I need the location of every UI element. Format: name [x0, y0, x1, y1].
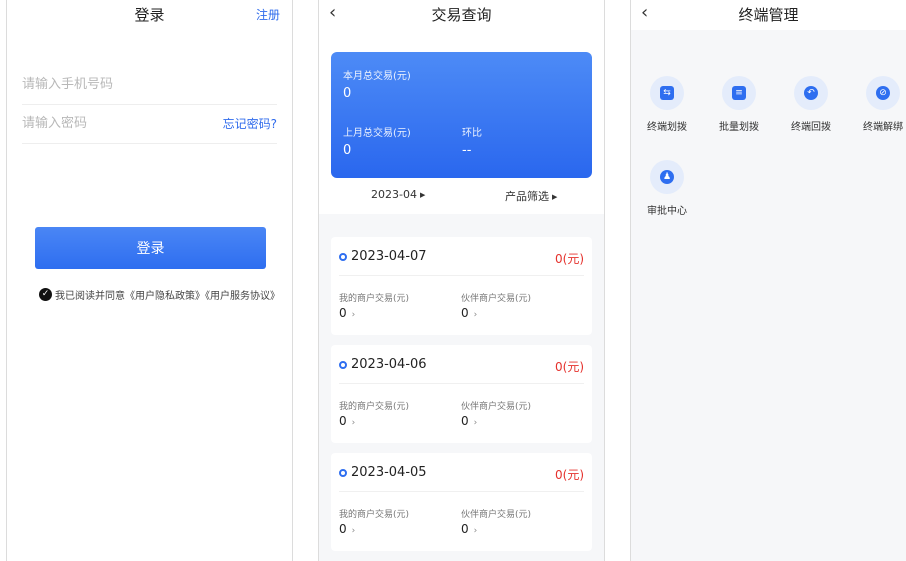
- menu-item-terminal-transfer[interactable]: ⇆ 终端划拨: [637, 76, 697, 133]
- screenshot-stage: 登录 注册 忘记密码? 登录 ✓ 我已阅读并同意《用户隐私政策》《用户服务协议》…: [0, 0, 906, 561]
- phone-field-row: [22, 65, 277, 105]
- divider: [339, 491, 584, 492]
- my-merchant-label: 我的商户交易(元): [339, 510, 410, 520]
- return-icon: ↶: [794, 76, 828, 110]
- login-navbar: 登录 注册: [7, 0, 292, 30]
- last-month-total-value: 0: [343, 143, 352, 158]
- unbind-icon: ⊘: [866, 76, 900, 110]
- record-amount: 0(元): [555, 360, 584, 374]
- my-merchant-value[interactable]: 0 ›: [339, 522, 355, 536]
- record-amount: 0(元): [555, 468, 584, 482]
- batch-icon: ≡: [722, 76, 756, 110]
- record-date: 2023-04-06: [339, 357, 427, 372]
- login-screen: 登录 注册 忘记密码? 登录 ✓ 我已阅读并同意《用户隐私政策》《用户服务协议》: [6, 0, 293, 561]
- my-merchant-value-text: 0: [339, 414, 347, 428]
- circle-dot-icon: [339, 468, 347, 477]
- day-record-card[interactable]: 2023-04-06 0(元) 我的商户交易(元) 伙伴商户交易(元) 0 › 0…: [331, 345, 592, 443]
- triangle-right-icon: ▶: [552, 193, 558, 201]
- chevron-right-icon: ›: [473, 418, 478, 428]
- page-title: 终端管理: [738, 6, 799, 24]
- month-filter[interactable]: 2023-04 ▶: [371, 188, 425, 201]
- partner-merchant-label: 伙伴商户交易(元): [461, 294, 532, 304]
- divider: [339, 383, 584, 384]
- menu-item-terminal-return[interactable]: ↶ 终端回拨: [781, 76, 841, 133]
- record-date-text: 2023-04-07: [351, 249, 427, 264]
- my-merchant-value-text: 0: [339, 306, 347, 320]
- chevron-right-icon: ›: [351, 418, 356, 428]
- summary-section: 本月总交易(元) 0 上月总交易(元) 0 环比 -- 2023-04 ▶ 产品筛…: [319, 30, 604, 214]
- menu-item-label: 终端回拨: [791, 122, 831, 133]
- menu-item-terminal-unbind[interactable]: ⊘ 终端解绑: [853, 76, 906, 133]
- menu-item-approval-center[interactable]: ♟ 审批中心: [637, 160, 697, 217]
- partner-merchant-value[interactable]: 0 ›: [461, 306, 477, 320]
- menu-item-label: 批量划拨: [719, 122, 759, 133]
- my-merchant-value-text: 0: [339, 522, 347, 536]
- day-record-card[interactable]: 2023-04-07 0(元) 我的商户交易(元) 伙伴商户交易(元) 0 › 0…: [331, 237, 592, 335]
- transfer-icon: ⇆: [650, 76, 684, 110]
- ratio-value: --: [462, 143, 472, 158]
- chevron-right-icon: ›: [473, 526, 478, 536]
- menu-item-label: 审批中心: [647, 206, 687, 217]
- terminal-navbar: ‹ 终端管理: [631, 0, 906, 30]
- circle-dot-icon: [339, 360, 347, 369]
- forgot-password-link[interactable]: 忘记密码?: [223, 115, 277, 132]
- month-total-value: 0: [343, 86, 352, 101]
- my-merchant-value[interactable]: 0 ›: [339, 306, 355, 320]
- check-icon[interactable]: ✓: [39, 288, 52, 301]
- page-title: 登录: [134, 6, 165, 24]
- approval-icon: ♟: [650, 160, 684, 194]
- trade-query-screen: ‹ 交易查询 本月总交易(元) 0 上月总交易(元) 0 环比 -- 2023-…: [318, 0, 605, 561]
- month-filter-label: 2023-04: [371, 188, 417, 201]
- menu-item-batch-transfer[interactable]: ≡ 批量划拨: [709, 76, 769, 133]
- menu-item-label: 终端划拨: [647, 122, 687, 133]
- partner-merchant-value-text: 0: [461, 522, 469, 536]
- circle-dot-icon: [339, 252, 347, 261]
- terminal-management-screen: ‹ 终端管理 ⇆ 终端划拨 ≡ 批量划拨 ↶ 终端回拨 ⊘ 终端解绑 ♟ 审批中…: [630, 0, 906, 561]
- month-total-label: 本月总交易(元): [343, 71, 411, 82]
- my-merchant-label: 我的商户交易(元): [339, 402, 410, 412]
- chevron-right-icon: ›: [351, 310, 356, 320]
- my-merchant-value[interactable]: 0 ›: [339, 414, 355, 428]
- filter-bar: 2023-04 ▶ 产品筛选 ▶: [319, 186, 604, 206]
- ratio-label: 环比: [462, 128, 482, 139]
- partner-merchant-label: 伙伴商户交易(元): [461, 510, 532, 520]
- summary-card: 本月总交易(元) 0 上月总交易(元) 0 环比 --: [331, 52, 592, 178]
- last-month-total-label: 上月总交易(元): [343, 128, 411, 139]
- product-filter-label: 产品筛选: [505, 190, 549, 203]
- divider: [339, 275, 584, 276]
- partner-merchant-value[interactable]: 0 ›: [461, 522, 477, 536]
- chevron-right-icon: ›: [473, 310, 478, 320]
- partner-merchant-value[interactable]: 0 ›: [461, 414, 477, 428]
- record-date-text: 2023-04-05: [351, 465, 427, 480]
- chevron-right-icon: ›: [351, 526, 356, 536]
- phone-input[interactable]: [22, 65, 277, 103]
- product-filter[interactable]: 产品筛选 ▶: [505, 188, 557, 204]
- partner-merchant-label: 伙伴商户交易(元): [461, 402, 532, 412]
- agreement-row: ✓ 我已阅读并同意《用户隐私政策》《用户服务协议》: [39, 287, 280, 302]
- password-input[interactable]: [22, 104, 212, 142]
- record-date: 2023-04-05: [339, 465, 427, 480]
- partner-merchant-value-text: 0: [461, 306, 469, 320]
- triangle-right-icon: ▶: [419, 191, 426, 199]
- login-button[interactable]: 登录: [35, 227, 266, 269]
- record-date-text: 2023-04-06: [351, 357, 427, 372]
- record-amount: 0(元): [555, 252, 584, 266]
- record-date: 2023-04-07: [339, 249, 427, 264]
- agreement-text[interactable]: 我已阅读并同意《用户隐私政策》《用户服务协议》: [55, 287, 280, 302]
- partner-merchant-value-text: 0: [461, 414, 469, 428]
- my-merchant-label: 我的商户交易(元): [339, 294, 410, 304]
- menu-item-label: 终端解绑: [863, 122, 903, 133]
- password-field-row: 忘记密码?: [22, 104, 277, 144]
- day-record-card[interactable]: 2023-04-05 0(元) 我的商户交易(元) 伙伴商户交易(元) 0 › 0…: [331, 453, 592, 551]
- page-title: 交易查询: [431, 6, 492, 24]
- trade-navbar: ‹ 交易查询: [319, 0, 604, 30]
- register-link[interactable]: 注册: [256, 6, 280, 23]
